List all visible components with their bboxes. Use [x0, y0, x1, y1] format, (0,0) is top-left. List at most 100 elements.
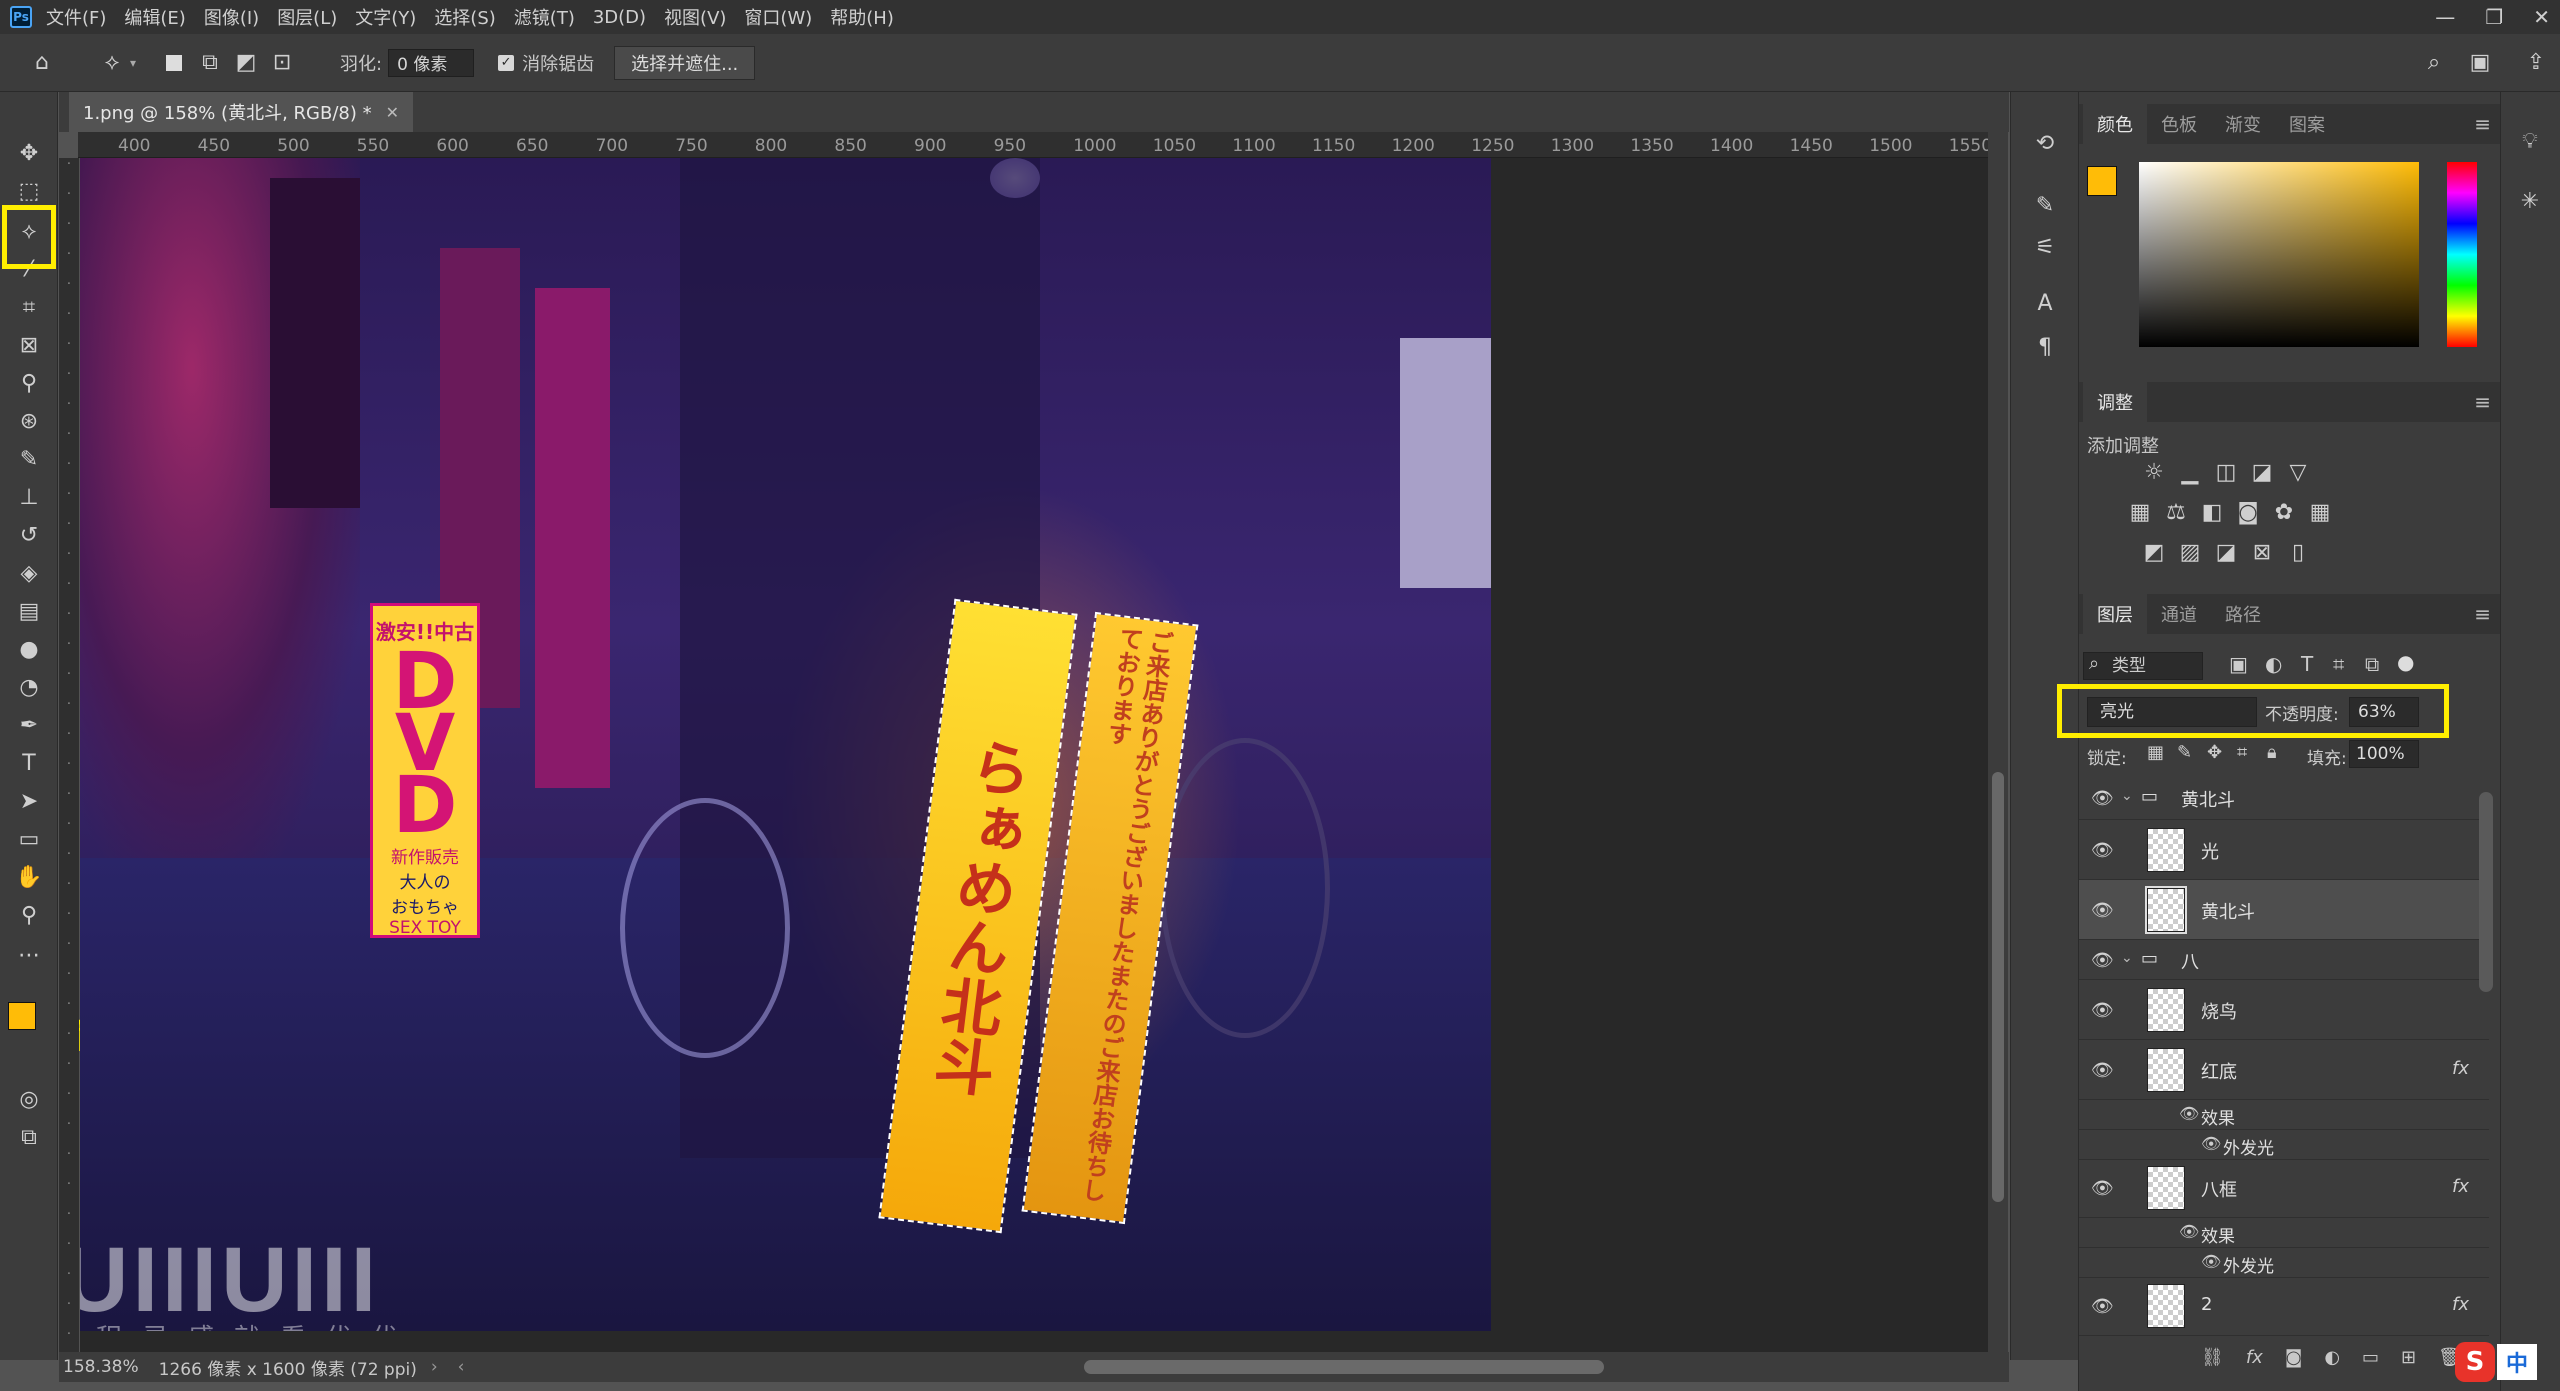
hsl-icon[interactable]: ▦	[2125, 500, 2155, 525]
tab-channels[interactable]: 通道	[2147, 601, 2211, 627]
adjust-menu-icon[interactable]: ≡	[2474, 390, 2491, 414]
outer-glow-row[interactable]: 👁︎ 外发光	[2079, 1130, 2489, 1160]
layer-2[interactable]: 👁︎ 2 fx	[2079, 1278, 2489, 1336]
menu-edit[interactable]: 编辑(E)	[124, 4, 185, 30]
tab-swatches[interactable]: 色板	[2147, 111, 2211, 137]
fill-input[interactable]: 100%	[2349, 740, 2419, 768]
add-mask-icon[interactable]: ◙	[2285, 1347, 2302, 1368]
ime-logo-icon[interactable]: S	[2455, 1342, 2495, 1382]
posterize-icon[interactable]: ▨	[2175, 540, 2205, 565]
close-window-icon[interactable]: ✕	[2533, 5, 2550, 29]
filter-type-icon[interactable]: T	[2301, 652, 2313, 676]
lock-all-icon[interactable]: 🔒︎	[2267, 742, 2277, 763]
hand-tool-icon[interactable]: ✋	[12, 860, 46, 894]
zoom-level[interactable]: 158.38%	[63, 1357, 139, 1377]
levels-icon[interactable]: ▁	[2175, 460, 2205, 485]
new-adjustment-icon[interactable]: ◐	[2324, 1347, 2340, 1368]
menu-image[interactable]: 图像(I)	[204, 4, 259, 30]
close-tab-icon[interactable]: ✕	[386, 103, 399, 122]
scroll-left-icon[interactable]: ‹	[458, 1357, 465, 1377]
chevron-down-icon[interactable]: ⌄	[2121, 950, 2133, 966]
layers-menu-icon[interactable]: ≡	[2474, 602, 2491, 626]
menu-3d[interactable]: 3D(D)	[593, 7, 646, 28]
new-layer-icon[interactable]: ⊞	[2401, 1347, 2416, 1368]
marquee-tool-icon[interactable]: ⬚	[12, 174, 46, 208]
lock-brush-icon[interactable]: ✎	[2177, 742, 2192, 763]
invert-icon[interactable]: ◩	[2139, 540, 2169, 565]
layer-group-huangbeidou[interactable]: 👁︎ ⌄ ▭ 黄北斗	[2079, 776, 2489, 820]
blur-tool-icon[interactable]: ●	[12, 632, 46, 666]
hue-slider[interactable]	[2447, 162, 2477, 347]
tab-color[interactable]: 颜色	[2083, 104, 2147, 144]
eyedropper-tool-icon[interactable]: ⚲	[12, 366, 46, 400]
menu-filter[interactable]: 滤镜(T)	[514, 4, 575, 30]
crop-tool-icon[interactable]: ⌗	[12, 290, 46, 324]
visibility-eye-icon[interactable]: 👁︎	[2091, 1296, 2114, 1317]
selective-color-icon[interactable]: ⊠	[2247, 540, 2277, 565]
fg-color-chip[interactable]	[2087, 166, 2117, 196]
layer-group-ba[interactable]: 👁︎ ⌄ ▭ 八	[2079, 940, 2489, 980]
effect-eye-icon[interactable]: 👁︎	[2201, 1134, 2221, 1153]
minimize-icon[interactable]: —	[2435, 5, 2455, 29]
path-selection-tool-icon[interactable]: ➤	[12, 784, 46, 818]
subtract-selection-icon[interactable]: ◩	[228, 45, 264, 81]
effects-row[interactable]: 👁︎ 效果	[2079, 1218, 2489, 1248]
intersect-selection-icon[interactable]: ⊡	[264, 45, 300, 81]
type-tool-icon[interactable]: T	[12, 746, 46, 780]
filter-adjust-icon[interactable]: ◐	[2265, 652, 2282, 676]
chevron-down-icon[interactable]: ▾	[130, 56, 136, 70]
filter-pixel-icon[interactable]: ▣	[2229, 652, 2248, 676]
chevron-down-icon[interactable]: ⌄	[2121, 788, 2133, 804]
new-selection-icon[interactable]	[156, 45, 192, 81]
filter-toggle-icon[interactable]: ●	[2397, 650, 2414, 674]
pen-tool-icon[interactable]: ✒	[12, 708, 46, 742]
screen-mode-icon[interactable]: ⧉	[12, 1120, 46, 1154]
add-fx-icon[interactable]: fx	[2246, 1347, 2263, 1368]
fx-icon[interactable]: fx	[2452, 1294, 2469, 1315]
history-brush-tool-icon[interactable]: ↺	[12, 518, 46, 552]
search-icon[interactable]: ⌕	[2416, 45, 2452, 81]
filter-shape-icon[interactable]: ⌗	[2333, 652, 2344, 676]
adjust-sliders-icon[interactable]: ⚟	[2028, 230, 2062, 264]
foreground-color-swatch[interactable]	[8, 1002, 36, 1030]
rectangle-tool-icon[interactable]: ▭	[12, 822, 46, 856]
add-selection-icon[interactable]: ⧉	[192, 45, 228, 81]
ime-language-toggle[interactable]: 中	[2497, 1344, 2537, 1380]
menu-help[interactable]: 帮助(H)	[830, 4, 894, 30]
gradient-map-icon[interactable]: ▯	[2283, 540, 2313, 565]
vibrance-icon[interactable]: ▽	[2283, 460, 2313, 485]
frame-tool-icon[interactable]: ⊠	[12, 328, 46, 362]
stamp-tool-icon[interactable]: ⊥	[12, 480, 46, 514]
brightness-icon[interactable]: ☼	[2139, 460, 2169, 485]
visibility-eye-icon[interactable]: 👁︎	[2091, 1178, 2114, 1199]
feather-input[interactable]: 0 像素	[388, 48, 475, 77]
canvas-area[interactable]: 激安!!中古 DVD 新作販売 大人の おもちゃ SEX TOY らぁめん北斗 …	[80, 158, 1988, 1358]
learn-lightbulb-icon[interactable]: 💡︎	[2513, 124, 2547, 158]
lock-artboard-icon[interactable]: ⌗	[2237, 742, 2247, 763]
tab-gradients[interactable]: 渐变	[2211, 111, 2275, 137]
layers-scroll-thumb[interactable]	[2479, 792, 2493, 992]
threshold-icon[interactable]: ◪	[2211, 540, 2241, 565]
restore-icon[interactable]: ❐	[2485, 5, 2503, 29]
tab-patterns[interactable]: 图案	[2275, 111, 2339, 137]
history-panel-icon[interactable]: ⟲	[2028, 126, 2062, 160]
effects-row[interactable]: 👁︎ 效果	[2079, 1100, 2489, 1130]
workspace-icon[interactable]: ▣	[2462, 45, 2498, 81]
layer-bakuang[interactable]: 👁︎ 八框 fx	[2079, 1160, 2489, 1218]
black-white-icon[interactable]: ◧	[2197, 500, 2227, 525]
color-balance-icon[interactable]: ⚖	[2161, 500, 2191, 525]
document-tab[interactable]: 1.png @ 158% (黄北斗, RGB/8) * ✕	[69, 92, 413, 132]
select-and-mask-button[interactable]: 选择并遮住...	[614, 45, 756, 80]
paragraph-panel-icon[interactable]: ¶	[2028, 330, 2062, 364]
menu-window[interactable]: 窗口(W)	[744, 4, 812, 30]
lock-position-icon[interactable]: ✥	[2207, 742, 2222, 763]
visibility-eye-icon[interactable]: 👁︎	[2091, 1060, 2114, 1081]
menu-layer[interactable]: 图层(L)	[277, 4, 337, 30]
adjustments-title[interactable]: 调整	[2083, 382, 2147, 422]
layer-guang[interactable]: 👁︎ 光	[2079, 820, 2489, 880]
discover-icon[interactable]: ✳	[2513, 184, 2547, 218]
more-tools-icon[interactable]: ⋯	[12, 938, 46, 972]
curves-icon[interactable]: ◫	[2211, 460, 2241, 485]
photo-filter-icon[interactable]: ◙	[2233, 500, 2263, 525]
outer-glow-row[interactable]: 👁︎ 外发光	[2079, 1248, 2489, 1278]
